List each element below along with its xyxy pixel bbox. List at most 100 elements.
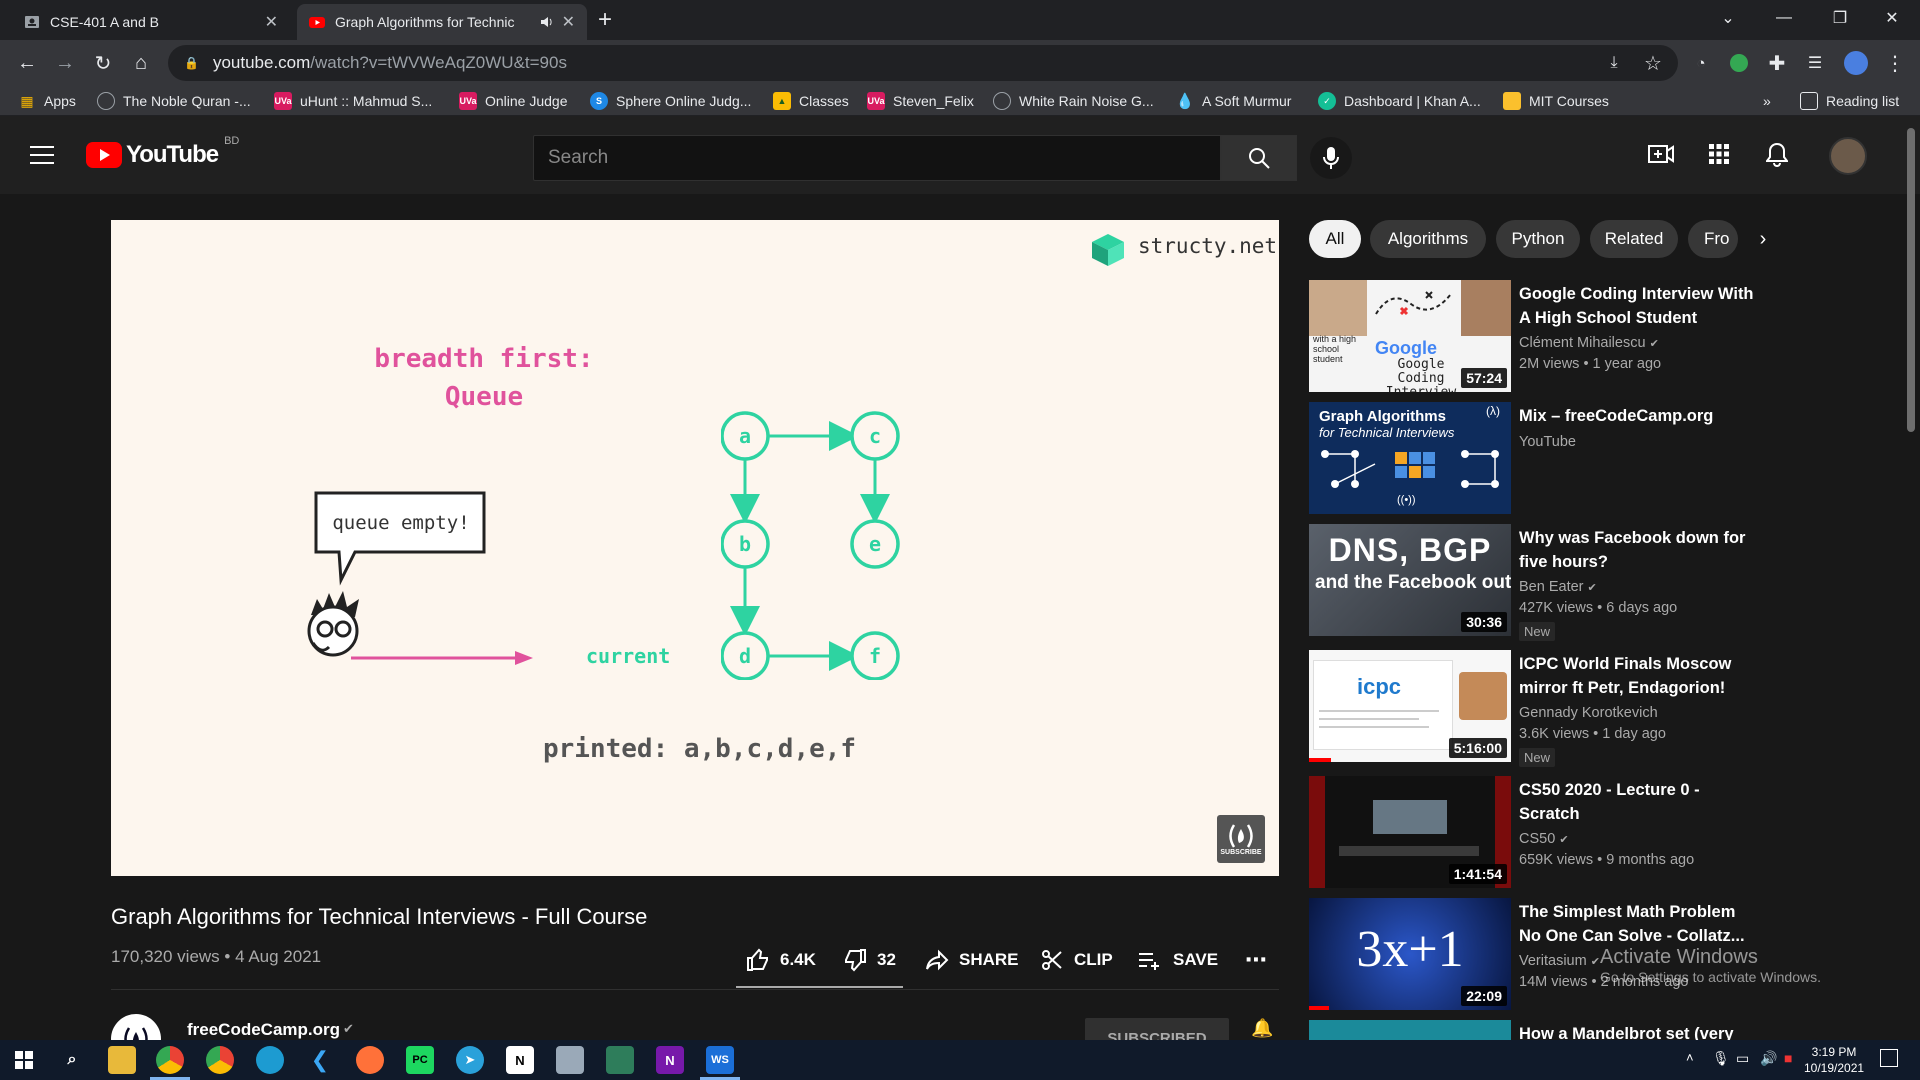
bookmark-star-icon[interactable]: ☆ bbox=[1640, 50, 1666, 76]
recommendation-item[interactable]: Google Google Coding Interview with a hi… bbox=[1309, 280, 1759, 392]
firefox-icon[interactable] bbox=[356, 1046, 384, 1074]
chrome-menu-icon[interactable]: ⋮ bbox=[1882, 50, 1908, 76]
notification-center-icon[interactable] bbox=[1880, 1049, 1898, 1067]
chip-all[interactable]: All bbox=[1309, 220, 1361, 258]
channel-name: Gennady Korotkevich bbox=[1519, 705, 1658, 721]
restore-button[interactable]: ❐ bbox=[1812, 0, 1868, 36]
new-tab-button[interactable]: + bbox=[598, 6, 612, 34]
bookmark-white-rain[interactable]: White Rain Noise G... bbox=[993, 90, 1154, 112]
webstorm-icon[interactable]: WS bbox=[706, 1046, 734, 1074]
extension-glasses-icon[interactable]: ◔ bbox=[1688, 50, 1714, 76]
back-arrow-icon[interactable]: ← bbox=[14, 50, 40, 76]
bookmark-classes[interactable]: ▲ Classes bbox=[773, 90, 849, 112]
scissors-icon bbox=[1042, 950, 1062, 970]
page-scrollbar[interactable] bbox=[1907, 128, 1915, 432]
microphone-icon[interactable]: 🎙 bbox=[1712, 1050, 1730, 1067]
apps-grid-icon[interactable] bbox=[1709, 144, 1729, 164]
recommendation-item[interactable]: icpc 5:16:00 ICPC World Finals Moscow mi… bbox=[1309, 650, 1759, 767]
reading-list-icon bbox=[1800, 92, 1818, 110]
more-actions-button[interactable]: ⋯ bbox=[1245, 946, 1267, 974]
clip-button[interactable]: CLIP bbox=[1040, 946, 1113, 974]
reload-icon[interactable]: ↻ bbox=[90, 50, 116, 76]
tab-search-icon[interactable]: ⌄ bbox=[1700, 0, 1756, 36]
save-button[interactable]: SAVE bbox=[1137, 946, 1218, 974]
create-video-icon[interactable] bbox=[1648, 143, 1674, 165]
dislike-button[interactable]: 32 bbox=[843, 946, 896, 974]
telegram-icon[interactable]: ➤ bbox=[456, 1046, 484, 1074]
chip-related[interactable]: Related bbox=[1590, 220, 1678, 258]
edge-icon[interactable] bbox=[256, 1046, 284, 1074]
user-avatar[interactable] bbox=[1829, 137, 1867, 175]
chevron-up-icon[interactable]: ˄ bbox=[1686, 1050, 1694, 1065]
chrome-profile-icon[interactable] bbox=[206, 1046, 234, 1074]
profile-avatar[interactable] bbox=[1843, 50, 1869, 76]
subscribe-watermark[interactable]: SUBSCRIBE bbox=[1217, 815, 1265, 863]
bookmark-khan-academy[interactable]: ✓ Dashboard | Khan A... bbox=[1318, 90, 1481, 112]
search-input[interactable]: Search bbox=[533, 135, 1221, 181]
extensions-puzzle-icon[interactable]: ✚ bbox=[1764, 50, 1790, 76]
chip-algorithms[interactable]: Algorithms bbox=[1370, 220, 1486, 258]
chip-python[interactable]: Python bbox=[1496, 220, 1580, 258]
youtube-logo[interactable]: YouTube BD bbox=[86, 135, 239, 169]
search-icon[interactable]: ⌕ bbox=[58, 1046, 86, 1074]
chip-from[interactable]: Fro bbox=[1688, 220, 1738, 258]
media-control-icon[interactable]: ☰ bbox=[1802, 50, 1828, 76]
hamburger-menu-icon[interactable] bbox=[30, 145, 54, 165]
speaker-icon[interactable] bbox=[540, 15, 554, 29]
bookmark-mit-courses[interactable]: MIT Courses bbox=[1503, 90, 1609, 112]
pycharm-icon[interactable]: PC bbox=[406, 1046, 434, 1074]
bookmark-steven-felix[interactable]: UVa Steven_Felix bbox=[867, 90, 974, 112]
close-tab-icon[interactable]: ✕ bbox=[265, 12, 278, 32]
video-player[interactable]: structy.net breadth first: Queue queue e… bbox=[111, 220, 1279, 876]
current-label: current bbox=[586, 644, 671, 668]
node-b-label: b bbox=[739, 532, 751, 556]
minimize-button[interactable]: — bbox=[1756, 0, 1812, 36]
windows-start-icon[interactable] bbox=[10, 1046, 38, 1074]
node-f-label: f bbox=[869, 644, 881, 668]
home-icon[interactable]: ⌂ bbox=[128, 50, 154, 76]
recommendation-item[interactable]: 1:41:54 CS50 2020 - Lecture 0 - Scratch … bbox=[1309, 776, 1759, 888]
search-button[interactable] bbox=[1221, 135, 1297, 181]
system-clock[interactable]: 3:19 PM 10/19/2021 bbox=[1804, 1044, 1864, 1076]
network-icon[interactable]: ▭ bbox=[1736, 1050, 1749, 1067]
bookmark-spoj[interactable]: S Sphere Online Judg... bbox=[590, 90, 751, 112]
notifications-bell-icon[interactable] bbox=[1766, 142, 1788, 168]
video-stats: 2M views • 1 year ago bbox=[1519, 356, 1662, 372]
reading-list-button[interactable]: Reading list bbox=[1800, 90, 1899, 112]
vscode-icon[interactable]: ❮ bbox=[306, 1046, 334, 1074]
close-tab-icon[interactable]: ✕ bbox=[562, 12, 575, 32]
chrome-icon[interactable] bbox=[156, 1046, 184, 1074]
chevron-right-icon[interactable]: › bbox=[1748, 220, 1778, 258]
app-icon[interactable] bbox=[556, 1046, 584, 1074]
forward-arrow-icon[interactable]: → bbox=[52, 50, 78, 76]
install-app-icon[interactable]: ⤓ bbox=[1601, 50, 1627, 76]
bookmark-online-judge[interactable]: UVa Online Judge bbox=[459, 90, 568, 112]
bookmarks-overflow-button[interactable]: » bbox=[1763, 90, 1771, 112]
share-button[interactable]: SHARE bbox=[925, 946, 1019, 974]
video-stats: 3.6K views • 1 day ago bbox=[1519, 726, 1666, 742]
file-explorer-icon[interactable] bbox=[108, 1046, 136, 1074]
voice-search-button[interactable] bbox=[1310, 137, 1352, 179]
bookmark-noble-quran[interactable]: The Noble Quran -... bbox=[97, 90, 251, 112]
tab-graph-algorithms[interactable]: Graph Algorithms for Technic ✕ bbox=[297, 4, 587, 40]
verified-badge-icon: ✔ bbox=[1649, 338, 1659, 350]
like-button[interactable]: 6.4K bbox=[746, 946, 816, 974]
close-window-button[interactable]: ✕ bbox=[1864, 0, 1920, 36]
calculator-icon[interactable] bbox=[606, 1046, 634, 1074]
notion-icon[interactable]: N bbox=[506, 1046, 534, 1074]
bookmark-soft-murmur[interactable]: 💧 A Soft Murmur bbox=[1176, 90, 1292, 112]
recommendation-item[interactable]: How a Mandelbrot set (very bbox=[1309, 1020, 1759, 1040]
address-bar[interactable]: 🔒 youtube.com/watch?v=tWVWeAqZ0WU&t=90s bbox=[168, 45, 1678, 81]
recommendation-item[interactable]: Graph Algorithms for Technical Interview… bbox=[1309, 402, 1759, 514]
antivirus-icon[interactable]: ■ bbox=[1784, 1050, 1792, 1066]
channel-name[interactable]: freeCodeCamp.org bbox=[187, 1020, 340, 1040]
extension-plus-icon[interactable] bbox=[1726, 50, 1752, 76]
search-icon bbox=[1249, 148, 1270, 169]
onenote-icon[interactable]: N bbox=[656, 1046, 684, 1074]
notification-bell-icon[interactable]: 🔔 bbox=[1251, 1018, 1273, 1039]
volume-icon[interactable]: 🔊 bbox=[1760, 1050, 1777, 1067]
bookmark-uhunt[interactable]: UVa uHunt :: Mahmud S... bbox=[274, 90, 432, 112]
bookmark-apps[interactable]: ▦ Apps bbox=[18, 90, 76, 112]
recommendation-item[interactable]: DNS, BGP and the Facebook outage 30:36 W… bbox=[1309, 524, 1759, 641]
tab-cse-401[interactable]: CSE-401 A and B ✕ bbox=[12, 4, 290, 40]
